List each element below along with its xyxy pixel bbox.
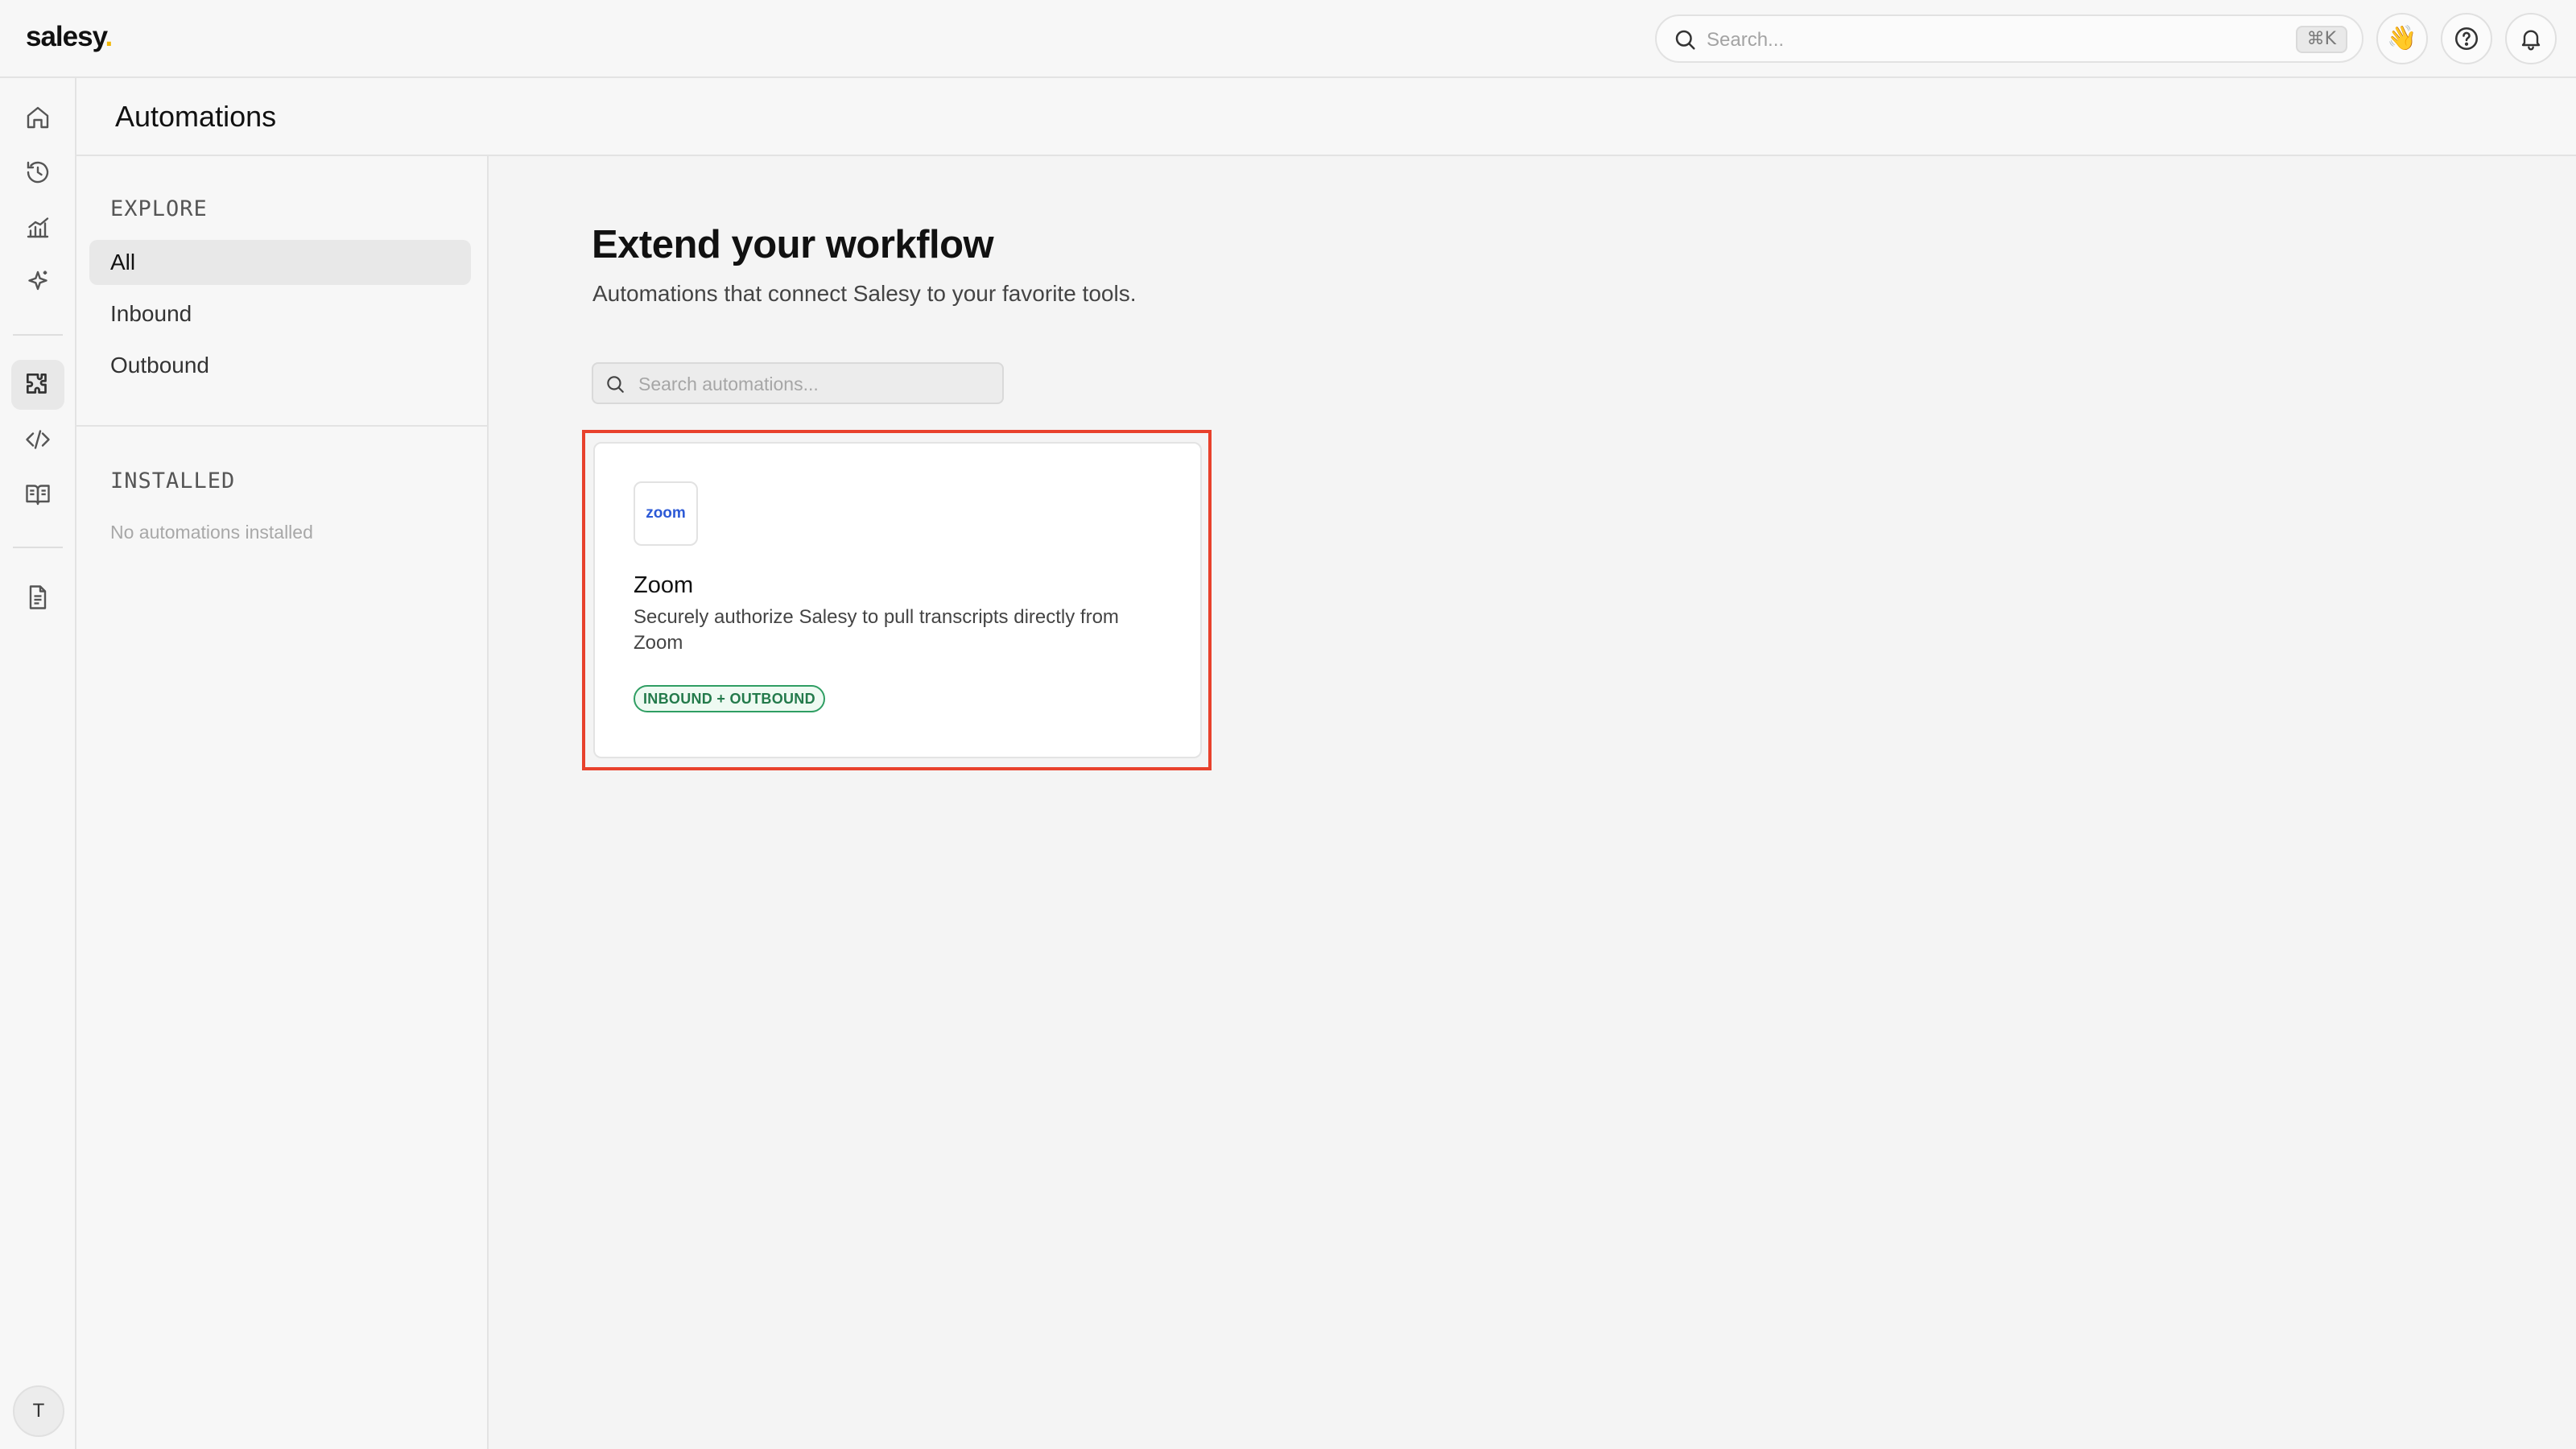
- home-icon: [23, 103, 52, 132]
- bell-icon: [2518, 26, 2544, 52]
- rail-divider: [13, 334, 63, 336]
- help-icon: [2453, 25, 2480, 52]
- direction-tag-badge: INBOUND + OUTBOUND: [634, 685, 825, 712]
- rail-divider: [13, 547, 63, 548]
- wave-button[interactable]: 👋: [2376, 13, 2428, 64]
- document-icon: [23, 583, 52, 612]
- top-bar: salesy. Search... ⌘K 👋: [0, 0, 2576, 78]
- rail-item-history[interactable]: [11, 147, 64, 197]
- rail-item-automations[interactable]: [11, 360, 64, 410]
- hero-title: Extend your workflow: [592, 223, 994, 266]
- book-icon: [23, 480, 52, 509]
- code-icon: [23, 425, 52, 454]
- subnav-divider: [76, 425, 487, 427]
- sparkle-icon: [23, 267, 52, 296]
- subnav-item-outbound[interactable]: Outbound: [89, 343, 471, 388]
- help-button[interactable]: [2441, 13, 2492, 64]
- user-avatar[interactable]: T: [13, 1385, 64, 1437]
- main-content: Extend your workflow Automations that co…: [489, 156, 2576, 1449]
- rail-item-ai[interactable]: [11, 257, 64, 307]
- installed-empty-message: No automations installed: [110, 522, 313, 543]
- rail-item-developer[interactable]: [11, 415, 64, 464]
- rail-item-docs[interactable]: [11, 469, 64, 519]
- automation-card-zoom[interactable]: zoom Zoom Securely authorize Salesy to p…: [593, 442, 1202, 758]
- hero-subtitle: Automations that connect Salesy to your …: [592, 281, 1137, 306]
- global-search-input[interactable]: Search... ⌘K: [1655, 14, 2363, 63]
- zoom-logo-icon: zoom: [634, 481, 698, 546]
- automation-search-input[interactable]: Search automations...: [592, 362, 1004, 404]
- page-header: Automations: [76, 78, 2576, 156]
- search-icon: [1673, 27, 1697, 52]
- keyboard-shortcut-badge: ⌘K: [2295, 26, 2347, 53]
- page-title: Automations: [115, 100, 277, 133]
- rail-item-analytics[interactable]: [11, 202, 64, 252]
- explore-section-label: EXPLORE: [110, 196, 208, 221]
- salesy-logo[interactable]: salesy.: [26, 21, 113, 53]
- left-rail: T: [0, 78, 76, 1449]
- rail-item-home[interactable]: [11, 93, 64, 142]
- analytics-icon: [23, 213, 52, 242]
- history-icon: [23, 158, 52, 187]
- rail-item-documents[interactable]: [11, 572, 64, 622]
- card-description: Securely authorize Salesy to pull transc…: [634, 606, 1119, 654]
- installed-section-label: INSTALLED: [110, 469, 236, 493]
- wave-emoji-icon: 👋: [2387, 24, 2417, 52]
- search-icon: [605, 374, 625, 394]
- automations-subnav: EXPLORE All Inbound Outbound INSTALLED N…: [76, 156, 489, 1449]
- card-title: Zoom: [634, 572, 694, 598]
- puzzle-icon: [23, 369, 53, 400]
- subnav-item-inbound[interactable]: Inbound: [89, 291, 471, 336]
- global-search-placeholder: Search...: [1707, 29, 1785, 51]
- notifications-button[interactable]: [2505, 13, 2557, 64]
- subnav-item-all[interactable]: All: [89, 240, 471, 285]
- automation-search-placeholder: Search automations...: [638, 374, 819, 394]
